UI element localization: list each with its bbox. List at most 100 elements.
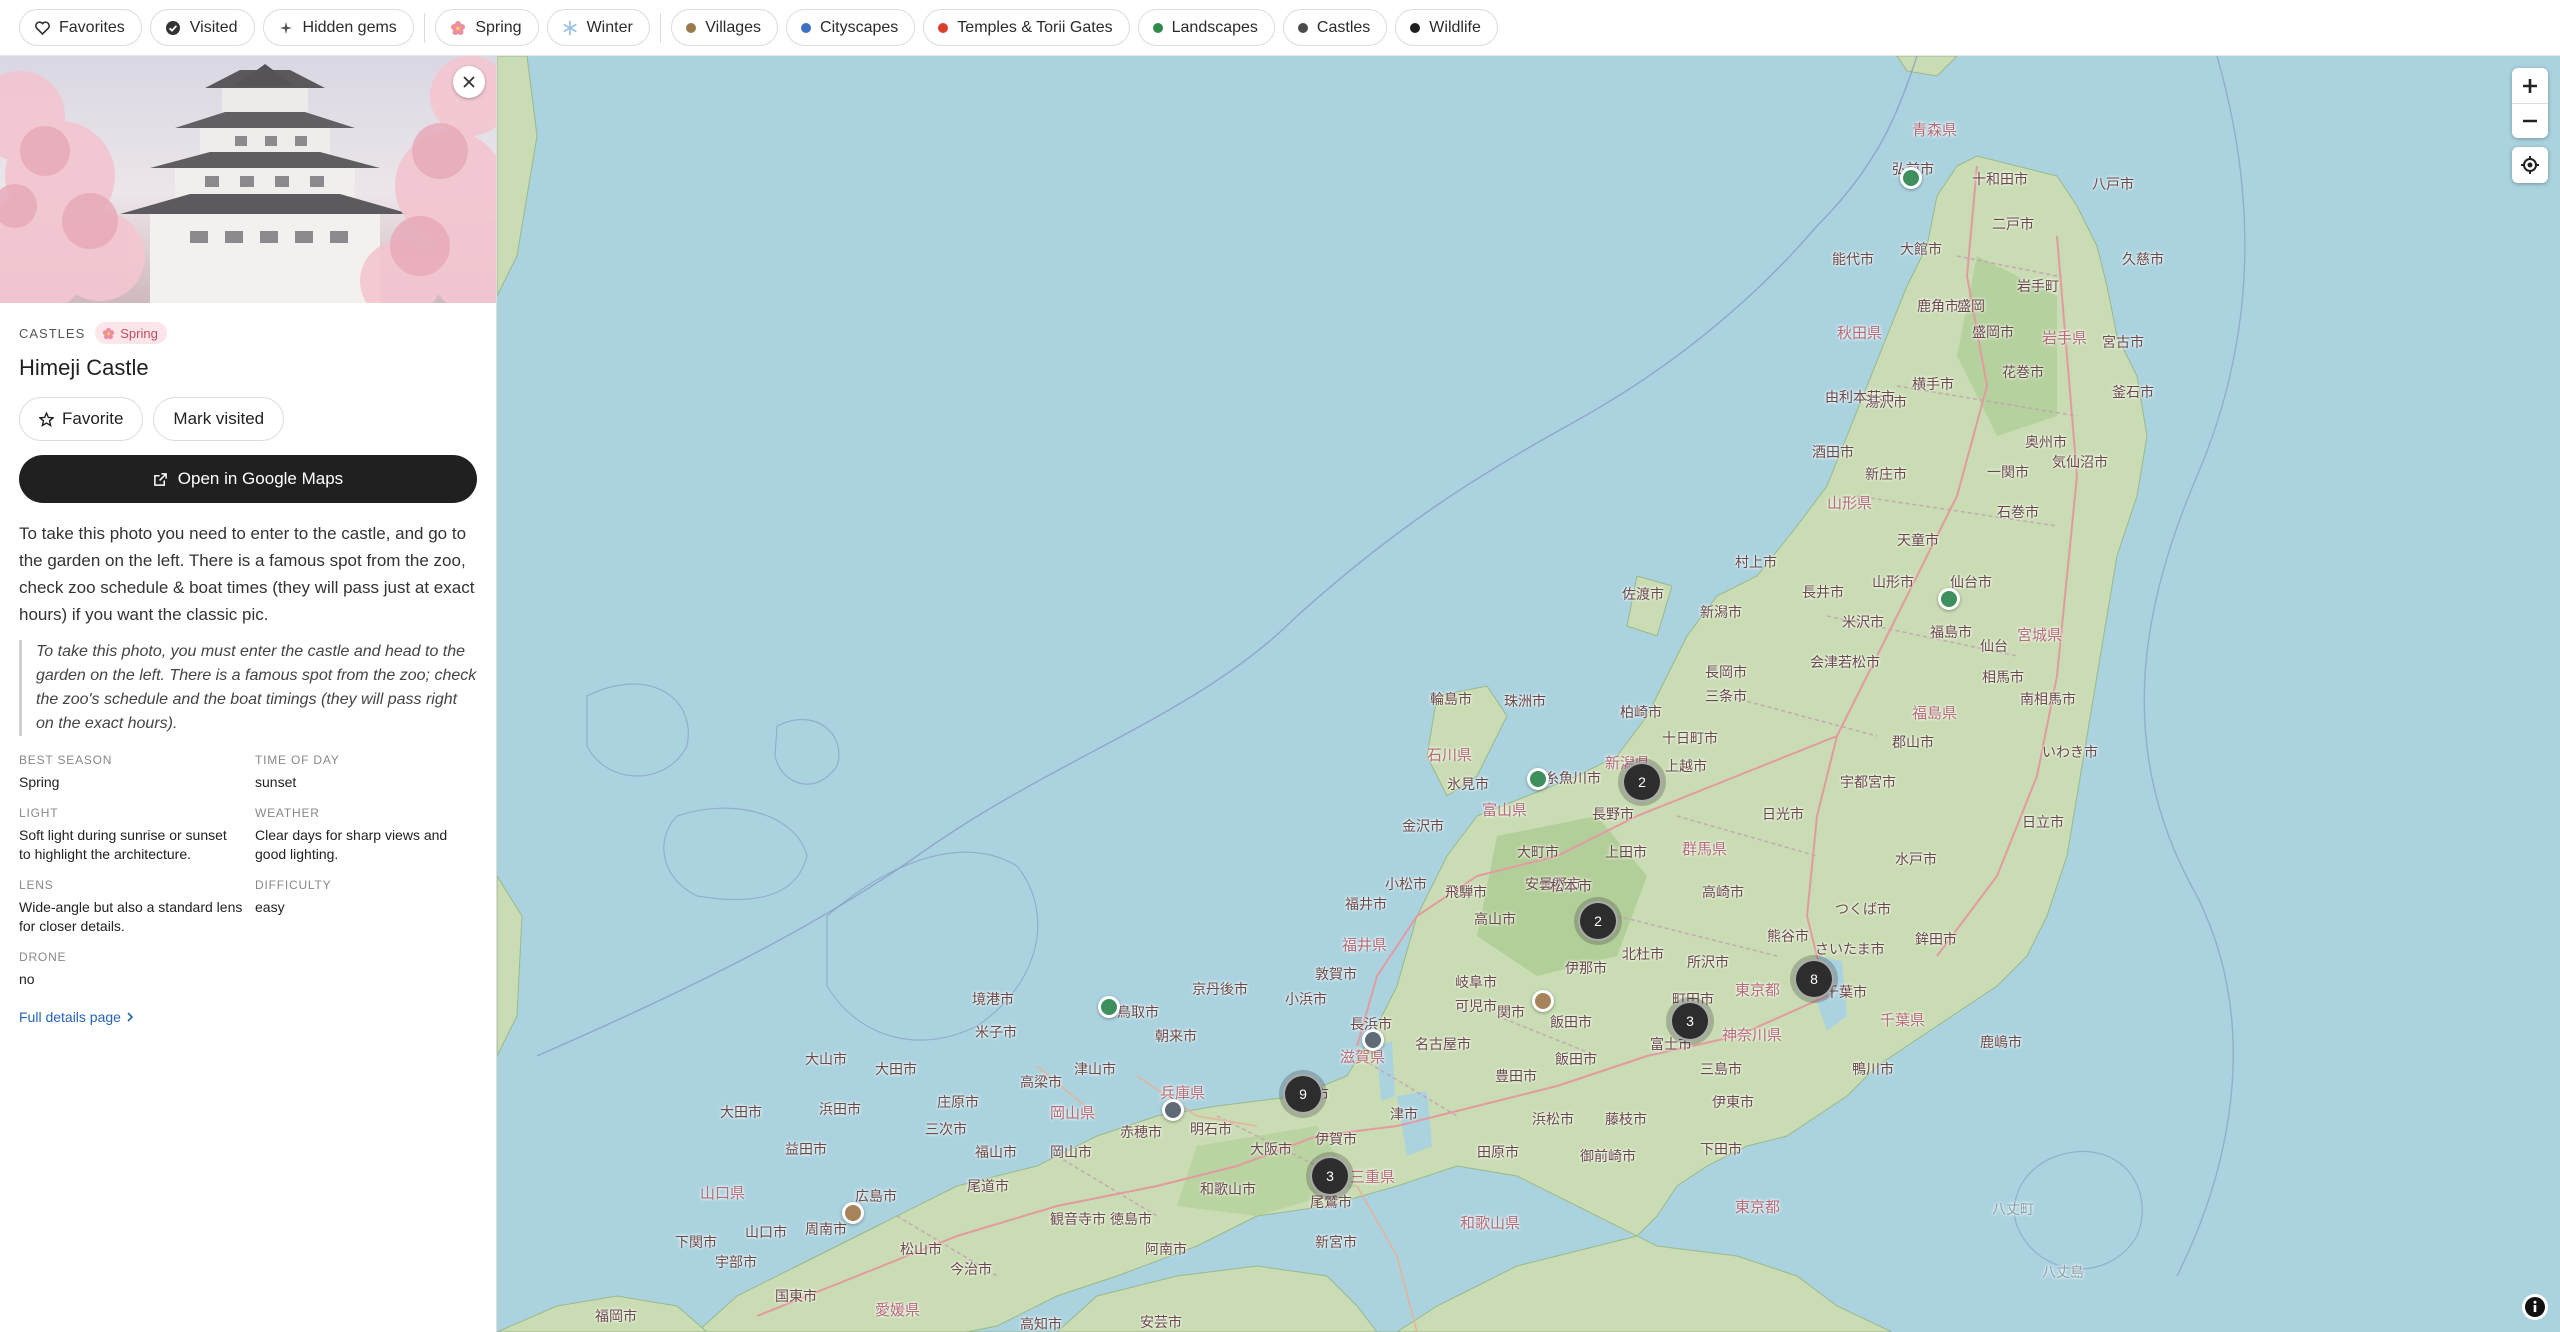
map-cluster[interactable]: 3 (1670, 1001, 1710, 1041)
place-quote: To take this photo, you must enter the c… (19, 640, 477, 736)
map-label: 大田市 (720, 1104, 762, 1120)
filter-label: Villages (705, 18, 762, 36)
filter-category-cityscapes[interactable]: Cityscapes (786, 9, 916, 46)
close-panel-button[interactable] (453, 66, 485, 98)
map-label: 三島市 (1700, 1061, 1742, 1077)
map-label: 釜石市 (2112, 384, 2154, 400)
map-label: 高知市 (1020, 1316, 1062, 1332)
map-pin-castles[interactable] (1362, 1029, 1384, 1051)
map-label: 浜田市 (819, 1101, 861, 1117)
map-label: 郡山市 (1892, 734, 1934, 750)
filter-season-winter[interactable]: Winter (546, 9, 650, 46)
map-label: いわき市 (2042, 744, 2098, 760)
snowflake-icon (562, 20, 578, 36)
zoom-control (2512, 68, 2548, 138)
map-canvas[interactable]: 弘前市 十和田市 八戸市 青森県 大館市 二戸市 能代市 久慈市 秋田県 盛岡市… (497, 56, 2560, 1332)
map-label: 下関市 (675, 1234, 717, 1250)
map-label: 田原市 (1477, 1144, 1519, 1160)
full-details-label: Full details page (19, 1009, 121, 1025)
map-label: 能代市 (1832, 251, 1874, 267)
map-label: 久慈市 (2122, 251, 2164, 267)
map-label: 飯田市 (1555, 1051, 1597, 1067)
map-label: 鴨川市 (1852, 1061, 1894, 1077)
map-label: 山口県 (700, 1185, 746, 1202)
map-cluster[interactable]: 2 (1622, 762, 1662, 802)
chevron-right-icon (127, 1012, 134, 1022)
map-label: 米沢市 (1842, 614, 1884, 630)
zoom-out-button[interactable] (2512, 103, 2548, 138)
map-label: 大館市 (1900, 241, 1942, 257)
map-label: 水戸市 (1895, 851, 1937, 867)
mark-visited-button[interactable]: Mark visited (153, 397, 285, 441)
fact-difficulty: DIFFICULTY easy (255, 878, 475, 936)
map-label: 伊東市 (1712, 1094, 1754, 1110)
filter-category-landscapes[interactable]: Landscapes (1137, 9, 1275, 46)
filter-category-castles[interactable]: Castles (1282, 9, 1388, 46)
map-label: 大阪市 (1250, 1141, 1292, 1157)
full-details-link[interactable]: Full details page (19, 1009, 134, 1025)
star-icon (39, 411, 54, 427)
map-label: 福井市 (1345, 896, 1387, 912)
map-label: 京丹後市 (1192, 981, 1248, 997)
heart-icon (34, 20, 50, 36)
filter-label: Hidden gems (302, 18, 397, 36)
zoom-in-button[interactable] (2512, 68, 2548, 103)
map-cluster[interactable]: 2 (1578, 901, 1618, 941)
map-label: 伊那市 (1565, 960, 1607, 976)
locate-button[interactable] (2512, 147, 2548, 183)
map-pin-castles[interactable] (1162, 1099, 1184, 1121)
filter-season-spring[interactable]: Spring (435, 9, 539, 46)
filter-category-wildlife[interactable]: Wildlife (1395, 9, 1498, 46)
action-row: Favorite Mark visited (19, 397, 477, 441)
place-title: Himeji Castle (19, 355, 149, 380)
fact-weather: WEATHER Clear days for sharp views and g… (255, 806, 475, 864)
map-label: 御前崎市 (1580, 1148, 1636, 1164)
map-cluster[interactable]: 8 (1794, 959, 1834, 999)
map-label: 高梁市 (1020, 1074, 1062, 1090)
map-cluster[interactable]: 9 (1283, 1074, 1323, 1114)
filter-category-temples[interactable]: Temples & Torii Gates (923, 9, 1130, 46)
attribution-button[interactable] (2522, 1294, 2548, 1320)
filter-favorites[interactable]: Favorites (19, 9, 142, 46)
fact-label: WEATHER (255, 806, 320, 820)
map-label: 所沢市 (1687, 954, 1729, 970)
map-label: 飯田市 (1550, 1014, 1592, 1030)
filter-label: Temples & Torii Gates (957, 18, 1113, 36)
map-pin-villages[interactable] (1532, 990, 1554, 1012)
sparkle-icon (278, 20, 294, 36)
external-link-icon (153, 472, 167, 486)
map-label: 名古屋市 (1415, 1036, 1471, 1052)
crosshair-icon (2521, 156, 2539, 174)
map-label: 浜松市 (1532, 1111, 1574, 1127)
map-label: 津山市 (1074, 1061, 1116, 1077)
map-label: 日光市 (1762, 806, 1804, 822)
map-label: 観音寺市 (1050, 1211, 1106, 1227)
map-label: 一関市 (1987, 464, 2029, 480)
filter-label: Visited (189, 18, 238, 36)
map-pin-landscapes[interactable] (1938, 588, 1960, 610)
map-label: 大田市 (875, 1061, 917, 1077)
map-cluster[interactable]: 3 (1310, 1156, 1350, 1196)
map-pin-villages[interactable] (842, 1202, 864, 1224)
map-label: 阿南市 (1145, 1241, 1187, 1257)
boundary-line (663, 807, 808, 901)
open-google-maps-button[interactable]: Open in Google Maps (19, 455, 477, 503)
favorite-button[interactable]: Favorite (19, 397, 144, 441)
facts-grid: BEST SEASON Spring TIME OF DAY sunset LI… (19, 753, 477, 989)
filter-label: Castles (1316, 18, 1371, 36)
map-pin-landscapes[interactable] (1900, 167, 1922, 189)
filter-visited[interactable]: Visited (149, 9, 255, 46)
filter-category-villages[interactable]: Villages (671, 9, 779, 46)
fact-value: sunset (255, 774, 297, 790)
map-label: 国東市 (775, 1288, 817, 1304)
info-icon (2525, 1297, 2545, 1317)
map-label: 十日町市 (1662, 730, 1718, 746)
map-label: 三条市 (1705, 688, 1747, 704)
map-pin-landscapes[interactable] (1527, 768, 1549, 790)
map-pin-landscapes[interactable] (1098, 996, 1120, 1018)
map-label: 神奈川県 (1722, 1027, 1783, 1044)
filter-label: Wildlife (1429, 18, 1481, 36)
map-label: 安芸市 (1140, 1314, 1182, 1330)
category-dot (1297, 22, 1308, 33)
filter-hidden-gems[interactable]: Hidden gems (262, 9, 414, 46)
